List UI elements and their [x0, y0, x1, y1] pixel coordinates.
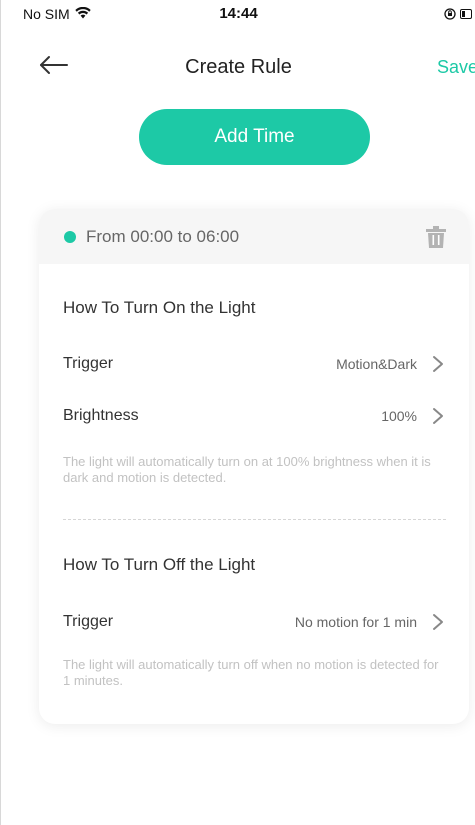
add-time-button[interactable]: Add Time	[139, 109, 370, 165]
save-button[interactable]: Save	[437, 57, 475, 78]
trash-icon[interactable]	[425, 225, 447, 249]
brightness-row[interactable]: Brightness 100%	[63, 402, 445, 432]
turn-off-trigger-label: Trigger	[63, 613, 114, 630]
turn-on-trigger-label: Trigger	[63, 355, 114, 372]
status-time: 14:44	[219, 5, 258, 22]
battery-icon	[460, 7, 472, 25]
rule-card-header[interactable]: From 00:00 to 06:00	[39, 209, 469, 264]
turn-on-trigger-row[interactable]: Trigger Motion&Dark	[63, 350, 445, 380]
turn-off-section-title: How To Turn Off the Light	[63, 555, 256, 574]
chevron-right-icon	[431, 612, 445, 632]
turn-on-trigger-value: Motion&Dark	[336, 356, 417, 372]
status-bar: No SIM 14:44	[1, 0, 475, 28]
turn-off-trigger-row[interactable]: Trigger No motion for 1 min	[63, 608, 445, 638]
page-title: Create Rule	[185, 56, 292, 78]
brightness-label: Brightness	[63, 407, 139, 424]
section-divider	[63, 519, 446, 520]
turn-on-description: The light will automatically turn on at …	[63, 454, 431, 485]
chevron-right-icon	[431, 354, 445, 374]
turn-off-description: The light will automatically turn off wh…	[63, 657, 439, 688]
time-range-label: From 00:00 to 06:00	[86, 227, 240, 246]
rule-card: From 00:00 to 06:00 How To Turn On the L…	[39, 209, 469, 724]
turn-off-trigger-value: No motion for 1 min	[294, 614, 417, 630]
chevron-right-icon	[431, 406, 445, 426]
brightness-value: 100%	[381, 408, 417, 424]
app-screen: No SIM 14:44 Create Rule Save Add Time F…	[0, 0, 475, 825]
turn-on-section-title: How To Turn On the Light	[63, 298, 256, 317]
orientation-lock-icon	[444, 7, 456, 25]
status-right	[444, 7, 472, 25]
nav-bar: Create Rule Save	[1, 40, 475, 96]
active-status-dot	[64, 231, 76, 243]
